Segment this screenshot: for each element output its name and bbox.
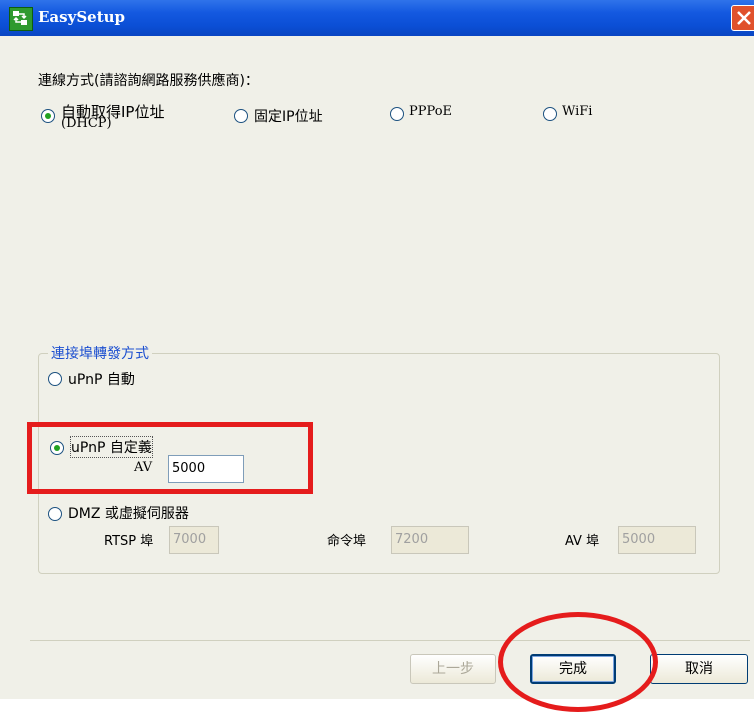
- av-port-dmz-input[interactable]: 5000: [618, 526, 696, 554]
- window-title: EasySetup: [38, 8, 126, 26]
- radio-pppoe[interactable]: [390, 107, 404, 121]
- radio-wifi[interactable]: [543, 107, 557, 121]
- radio-dhcp-sublabel: (DHCP): [61, 116, 112, 131]
- rtsp-port-input[interactable]: 7000: [169, 526, 219, 554]
- radio-upnp-auto-label[interactable]: uPnP 自動: [68, 369, 135, 389]
- command-port-label: 命令埠: [327, 534, 367, 549]
- radio-wifi-label[interactable]: WiFi: [562, 104, 592, 119]
- cancel-button[interactable]: 取消: [650, 654, 748, 684]
- radio-dmz[interactable]: [48, 507, 62, 521]
- radio-static-ip[interactable]: [234, 109, 248, 123]
- connection-heading: 連線方式(請諮詢網路服務供應商)：: [38, 73, 259, 89]
- radio-dhcp[interactable]: [41, 109, 55, 123]
- network-setup-icon: [9, 7, 33, 31]
- av-port-dmz-label: AV 埠: [565, 534, 600, 549]
- annotation-highlight-upnp-custom: [27, 422, 313, 494]
- easysetup-window: EasySetup 連線方式(請諮詢網路服務供應商)： 自動取得IP位址 (DH…: [0, 0, 754, 712]
- radio-dmz-label[interactable]: DMZ 或虛擬伺服器: [68, 503, 189, 523]
- rtsp-port-label: RTSP 埠: [104, 534, 154, 549]
- radio-upnp-auto[interactable]: [48, 372, 62, 386]
- title-bar[interactable]: EasySetup: [0, 0, 754, 36]
- command-port-input[interactable]: 7200: [391, 526, 469, 554]
- annotation-circle-finish: [498, 612, 658, 712]
- radio-static-ip-label[interactable]: 固定IP位址: [254, 106, 323, 126]
- radio-pppoe-label[interactable]: PPPoE: [409, 104, 452, 119]
- previous-button[interactable]: 上一步: [410, 654, 496, 684]
- close-icon: [737, 11, 751, 25]
- port-forwarding-legend: 連接埠轉發方式: [48, 343, 152, 363]
- close-button[interactable]: [731, 5, 754, 31]
